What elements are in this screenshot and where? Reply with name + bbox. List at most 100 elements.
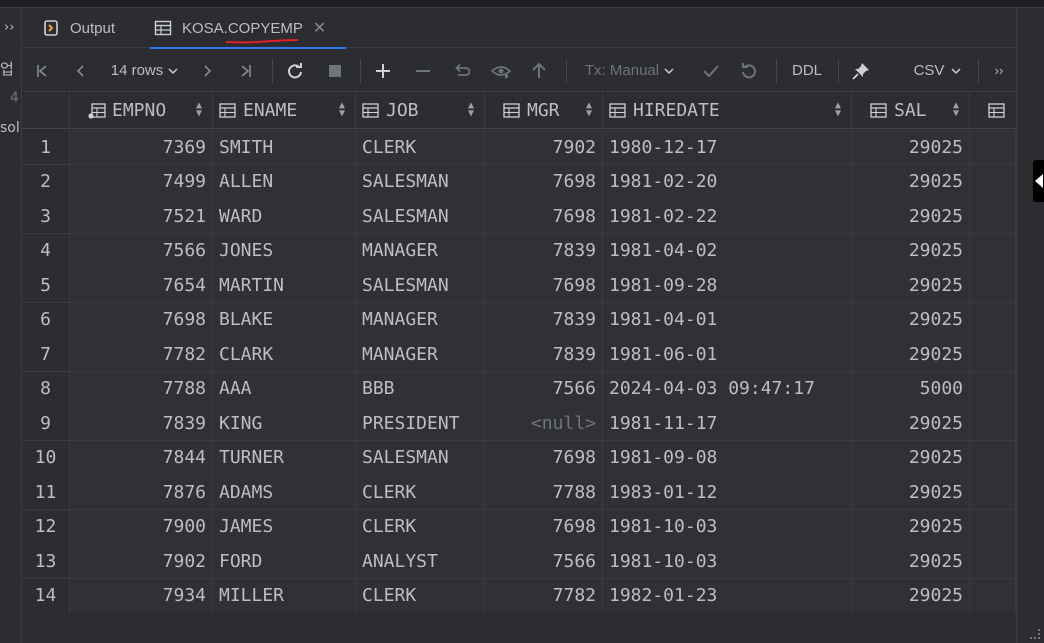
cell-hiredate[interactable]: 1981-04-02 <box>603 233 852 268</box>
cell-hiredate[interactable]: 1981-09-28 <box>603 268 852 302</box>
table-row[interactable]: 6 7698 BLAKE MANAGER 7839 1981-04-01 29025 <box>22 302 1016 337</box>
cell-job[interactable]: CLERK <box>356 578 485 613</box>
table-row[interactable]: 11 7876 ADAMS CLERK 7788 1983-01-12 29025 <box>22 475 1016 510</box>
cell-mgr[interactable]: 7698 <box>485 164 603 199</box>
cell-ename[interactable]: JAMES <box>213 509 356 544</box>
cell-job[interactable]: ANALYST <box>356 544 485 578</box>
table-row[interactable]: 14 7934 MILLER CLERK 7782 1982-01-23 29025 <box>22 578 1016 613</box>
cell-empno[interactable]: 7788 <box>70 371 213 406</box>
cell-mgr[interactable]: 7902 <box>485 130 603 164</box>
cell-overflow[interactable] <box>970 337 1016 371</box>
cell-empno[interactable]: 7369 <box>70 130 213 164</box>
first-page-icon[interactable] <box>28 49 58 92</box>
cell-sal[interactable]: 29025 <box>852 509 970 544</box>
cell-hiredate[interactable]: 1983-01-12 <box>603 475 852 509</box>
sort-icon[interactable]: ▲ ▼ <box>196 101 202 119</box>
next-page-icon[interactable] <box>192 49 222 92</box>
collapse-panel-button[interactable] <box>1033 160 1044 202</box>
cell-mgr[interactable]: 7698 <box>485 509 603 544</box>
column-header-next[interactable] <box>970 92 1016 129</box>
last-page-icon[interactable] <box>230 49 260 92</box>
column-header-ename[interactable]: ENAME ▲ ▼ <box>213 92 356 129</box>
cell-ename[interactable]: TURNER <box>213 440 356 475</box>
cell-sal[interactable]: 29025 <box>852 475 970 509</box>
sort-icon[interactable]: ▲ ▼ <box>586 101 592 119</box>
cell-sal[interactable]: 29025 <box>852 164 970 199</box>
cell-overflow[interactable] <box>970 130 1016 164</box>
revert-icon[interactable] <box>446 49 476 92</box>
cell-overflow[interactable] <box>970 544 1016 578</box>
cell-ename[interactable]: MARTIN <box>213 268 356 302</box>
cell-overflow[interactable] <box>970 440 1016 475</box>
cell-overflow[interactable] <box>970 164 1016 199</box>
cell-ename[interactable]: MILLER <box>213 578 356 613</box>
cell-job[interactable]: CLERK <box>356 130 485 164</box>
cell-empno[interactable]: 7698 <box>70 302 213 337</box>
sort-icon[interactable]: ▲ ▼ <box>339 101 345 119</box>
cell-sal[interactable]: 29025 <box>852 337 970 371</box>
expand-chevron-icon[interactable]: ›› <box>4 20 14 35</box>
cell-job[interactable]: PRESIDENT <box>356 406 485 440</box>
cell-mgr[interactable]: 7782 <box>485 578 603 613</box>
cell-job[interactable]: SALESMAN <box>356 440 485 475</box>
refresh-icon[interactable] <box>280 49 310 92</box>
cell-empno[interactable]: 7839 <box>70 406 213 440</box>
table-row[interactable]: 8 7788 AAA BBB 7566 2024-04-03 09:47:17 5000 <box>22 371 1016 406</box>
cell-ename[interactable]: FORD <box>213 544 356 578</box>
cell-mgr[interactable]: 7698 <box>485 440 603 475</box>
tab-output[interactable]: Output <box>42 8 115 48</box>
table-row[interactable]: 4 7566 JONES MANAGER 7839 1981-04-02 29025 <box>22 233 1016 268</box>
ddl-button[interactable]: DDL <box>784 49 830 92</box>
cell-sal[interactable]: 29025 <box>852 302 970 337</box>
cell-empno[interactable]: 7521 <box>70 199 213 233</box>
cell-hiredate[interactable]: 2024-04-03 09:47:17 <box>603 371 852 406</box>
sort-icon[interactable]: ▲ ▼ <box>835 101 841 119</box>
cell-job[interactable]: MANAGER <box>356 337 485 371</box>
cell-sal[interactable]: 29025 <box>852 544 970 578</box>
cell-sal[interactable]: 29025 <box>852 578 970 613</box>
cell-sal[interactable]: 29025 <box>852 440 970 475</box>
cell-ename[interactable]: CLARK <box>213 337 356 371</box>
close-icon[interactable]: ✕ <box>313 18 326 38</box>
table-row[interactable]: 13 7902 FORD ANALYST 7566 1981-10-03 29025 <box>22 544 1016 579</box>
commit-icon[interactable] <box>696 49 726 92</box>
cell-overflow[interactable] <box>970 199 1016 233</box>
cell-overflow[interactable] <box>970 509 1016 544</box>
cell-mgr[interactable]: 7839 <box>485 302 603 337</box>
cell-hiredate[interactable]: 1981-02-22 <box>603 199 852 233</box>
cell-overflow[interactable] <box>970 475 1016 509</box>
table-row[interactable]: 1 7369 SMITH CLERK 7902 1980-12-17 29025 <box>22 130 1016 165</box>
cell-hiredate[interactable]: 1980-12-17 <box>603 130 852 164</box>
cell-ename[interactable]: AAA <box>213 371 356 406</box>
stop-icon[interactable] <box>320 49 350 92</box>
cell-job[interactable]: CLERK <box>356 475 485 509</box>
delete-row-icon[interactable] <box>408 49 438 92</box>
cell-empno[interactable]: 7844 <box>70 440 213 475</box>
cell-empno[interactable]: 7566 <box>70 233 213 268</box>
cell-empno[interactable]: 7934 <box>70 578 213 613</box>
previous-page-icon[interactable] <box>66 49 96 92</box>
cell-job[interactable]: SALESMAN <box>356 164 485 199</box>
cell-mgr[interactable]: 7698 <box>485 199 603 233</box>
cell-ename[interactable]: JONES <box>213 233 356 268</box>
export-format-dropdown[interactable]: CSV <box>908 49 968 92</box>
column-header-sal[interactable]: SAL ▲ ▼ <box>852 92 970 129</box>
cell-job[interactable]: CLERK <box>356 509 485 544</box>
cell-hiredate[interactable]: 1981-10-03 <box>603 544 852 578</box>
cell-overflow[interactable] <box>970 578 1016 613</box>
cell-empno[interactable]: 7902 <box>70 544 213 578</box>
cell-hiredate[interactable]: 1982-01-23 <box>603 578 852 613</box>
cell-sal[interactable]: 29025 <box>852 199 970 233</box>
add-row-icon[interactable] <box>368 49 398 92</box>
column-header-mgr[interactable]: MGR ▲ ▼ <box>485 92 603 129</box>
cell-ename[interactable]: ADAMS <box>213 475 356 509</box>
cell-mgr[interactable]: 7566 <box>485 371 603 406</box>
cell-job[interactable]: MANAGER <box>356 302 485 337</box>
table-row[interactable]: 9 7839 KING PRESIDENT <null> 1981-11-17 29025 <box>22 406 1016 441</box>
cell-job[interactable]: BBB <box>356 371 485 406</box>
cell-mgr[interactable]: 7698 <box>485 268 603 302</box>
resize-grip-icon[interactable] <box>1030 629 1040 639</box>
preview-changes-icon[interactable] <box>486 49 516 92</box>
cell-ename[interactable]: ALLEN <box>213 164 356 199</box>
cell-hiredate[interactable]: 1981-09-08 <box>603 440 852 475</box>
